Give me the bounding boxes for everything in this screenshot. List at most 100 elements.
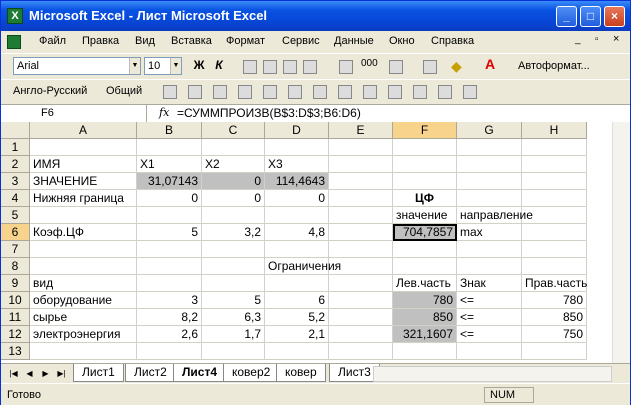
cell-F4[interactable]: ЦФ — [393, 190, 457, 207]
borders-button[interactable] — [421, 58, 439, 76]
cell-G13[interactable] — [457, 343, 522, 360]
cell-G6[interactable]: max — [457, 224, 522, 241]
cell-F8[interactable] — [393, 258, 457, 275]
toolbar-icon-8[interactable] — [336, 83, 354, 101]
merge-center-button[interactable] — [301, 58, 319, 76]
cell-H5[interactable] — [522, 207, 587, 224]
cell-A11[interactable]: сырье — [30, 309, 137, 326]
cell-D2[interactable]: X3 — [265, 156, 329, 173]
cell-C10[interactable]: 5 — [202, 292, 265, 309]
toolbar-icon-12[interactable] — [436, 83, 454, 101]
cell-C3[interactable]: 0 — [202, 173, 265, 190]
first-sheet-button[interactable]: |◀ — [7, 367, 20, 380]
menu-file[interactable]: Файл — [39, 35, 66, 47]
cell-H12[interactable]: 750 — [522, 326, 587, 343]
cell-E7[interactable] — [329, 241, 393, 258]
toolbar-icon-1[interactable] — [161, 83, 179, 101]
cell-E1[interactable] — [329, 139, 393, 156]
maximize-button[interactable]: □ — [580, 6, 601, 27]
cell-B7[interactable] — [137, 241, 202, 258]
cell-F7[interactable] — [393, 241, 457, 258]
cell-F6[interactable]: 704,7857 — [393, 224, 457, 241]
cell-A5[interactable] — [30, 207, 137, 224]
row-header-9[interactable]: 9 — [1, 275, 30, 292]
sheet-tab-5[interactable]: ковер — [276, 364, 326, 382]
cell-C12[interactable]: 1,7 — [202, 326, 265, 343]
toolbar-icon-2[interactable] — [186, 83, 204, 101]
insert-function-icon[interactable]: fx — [159, 106, 169, 119]
menu-data[interactable]: Данные — [334, 35, 374, 47]
cell-D3[interactable]: 114,4643 — [265, 173, 329, 190]
menu-view[interactable]: Вид — [135, 35, 155, 47]
cell-E5[interactable] — [329, 207, 393, 224]
cell-E6[interactable] — [329, 224, 393, 241]
cell-D5[interactable] — [265, 207, 329, 224]
cell-C13[interactable] — [202, 343, 265, 360]
italic-button[interactable]: К — [210, 58, 228, 76]
row-header-6[interactable]: 6 — [1, 224, 30, 241]
align-center-button[interactable] — [261, 58, 279, 76]
cell-H9[interactable]: Прав.часть — [522, 275, 587, 292]
cell-G1[interactable] — [457, 139, 522, 156]
sheet-tab-2[interactable]: Лист2 — [125, 364, 176, 382]
cell-D10[interactable]: 6 — [265, 292, 329, 309]
cell-H11[interactable]: 850 — [522, 309, 587, 326]
cell-H10[interactable]: 780 — [522, 292, 587, 309]
formula-input[interactable]: =СУММПРОИЗВ(B$3:D$3;B6:D6) — [177, 106, 361, 120]
row-header-4[interactable]: 4 — [1, 190, 30, 207]
fill-color-icon[interactable]: ◆ — [451, 58, 469, 76]
cell-C9[interactable] — [202, 275, 265, 292]
cell-D9[interactable] — [265, 275, 329, 292]
cell-E3[interactable] — [329, 173, 393, 190]
cell-E11[interactable] — [329, 309, 393, 326]
cell-B5[interactable] — [137, 207, 202, 224]
menu-edit[interactable]: Правка — [82, 35, 119, 47]
cell-G7[interactable] — [457, 241, 522, 258]
toolbar-icon-5[interactable] — [261, 83, 279, 101]
horizontal-scrollbar[interactable] — [373, 366, 612, 382]
row-header-8[interactable]: 8 — [1, 258, 30, 275]
cell-F2[interactable] — [393, 156, 457, 173]
column-header-A[interactable]: A — [30, 122, 137, 139]
currency-button[interactable] — [337, 58, 355, 76]
cell-B4[interactable]: 0 — [137, 190, 202, 207]
font-select[interactable]: Arial ▼ — [13, 57, 141, 75]
toolbar-icon-7[interactable] — [311, 83, 329, 101]
cell-D4[interactable]: 0 — [265, 190, 329, 207]
cell-B8[interactable] — [137, 258, 202, 275]
cell-D11[interactable]: 5,2 — [265, 309, 329, 326]
thousands-button[interactable]: 000 — [361, 58, 379, 76]
align-right-button[interactable] — [281, 58, 299, 76]
cell-H1[interactable] — [522, 139, 587, 156]
font-color-icon[interactable]: A — [485, 56, 503, 74]
cell-B1[interactable] — [137, 139, 202, 156]
cell-E10[interactable] — [329, 292, 393, 309]
toolbar-icon-4[interactable] — [236, 83, 254, 101]
toolbar-icon-10[interactable] — [386, 83, 404, 101]
cell-A1[interactable] — [30, 139, 137, 156]
cell-G12[interactable]: <= — [457, 326, 522, 343]
menu-insert[interactable]: Вставка — [171, 35, 212, 47]
cell-D8[interactable]: Ограничения — [265, 258, 341, 275]
cell-D6[interactable]: 4,8 — [265, 224, 329, 241]
cell-F3[interactable] — [393, 173, 457, 190]
column-header-H[interactable]: H — [522, 122, 587, 139]
cell-C6[interactable]: 3,2 — [202, 224, 265, 241]
cell-G4[interactable] — [457, 190, 522, 207]
cell-C8[interactable] — [202, 258, 265, 275]
column-header-F[interactable]: F — [393, 122, 457, 139]
cell-H13[interactable] — [522, 343, 587, 360]
row-header-10[interactable]: 10 — [1, 292, 30, 309]
cell-E12[interactable] — [329, 326, 393, 343]
row-header-11[interactable]: 11 — [1, 309, 30, 326]
doc-restore-button[interactable]: ▫ — [595, 34, 599, 45]
cell-A6[interactable]: Коэф.ЦФ — [30, 224, 137, 241]
next-sheet-button[interactable]: ▶ — [39, 367, 52, 380]
name-box[interactable]: F6 — [1, 105, 147, 122]
row-header-3[interactable]: 3 — [1, 173, 30, 190]
column-header-C[interactable]: C — [202, 122, 265, 139]
cell-C4[interactable]: 0 — [202, 190, 265, 207]
cell-B2[interactable]: X1 — [137, 156, 202, 173]
cell-F11[interactable]: 850 — [393, 309, 457, 326]
doc-close-button[interactable]: × — [613, 33, 619, 45]
